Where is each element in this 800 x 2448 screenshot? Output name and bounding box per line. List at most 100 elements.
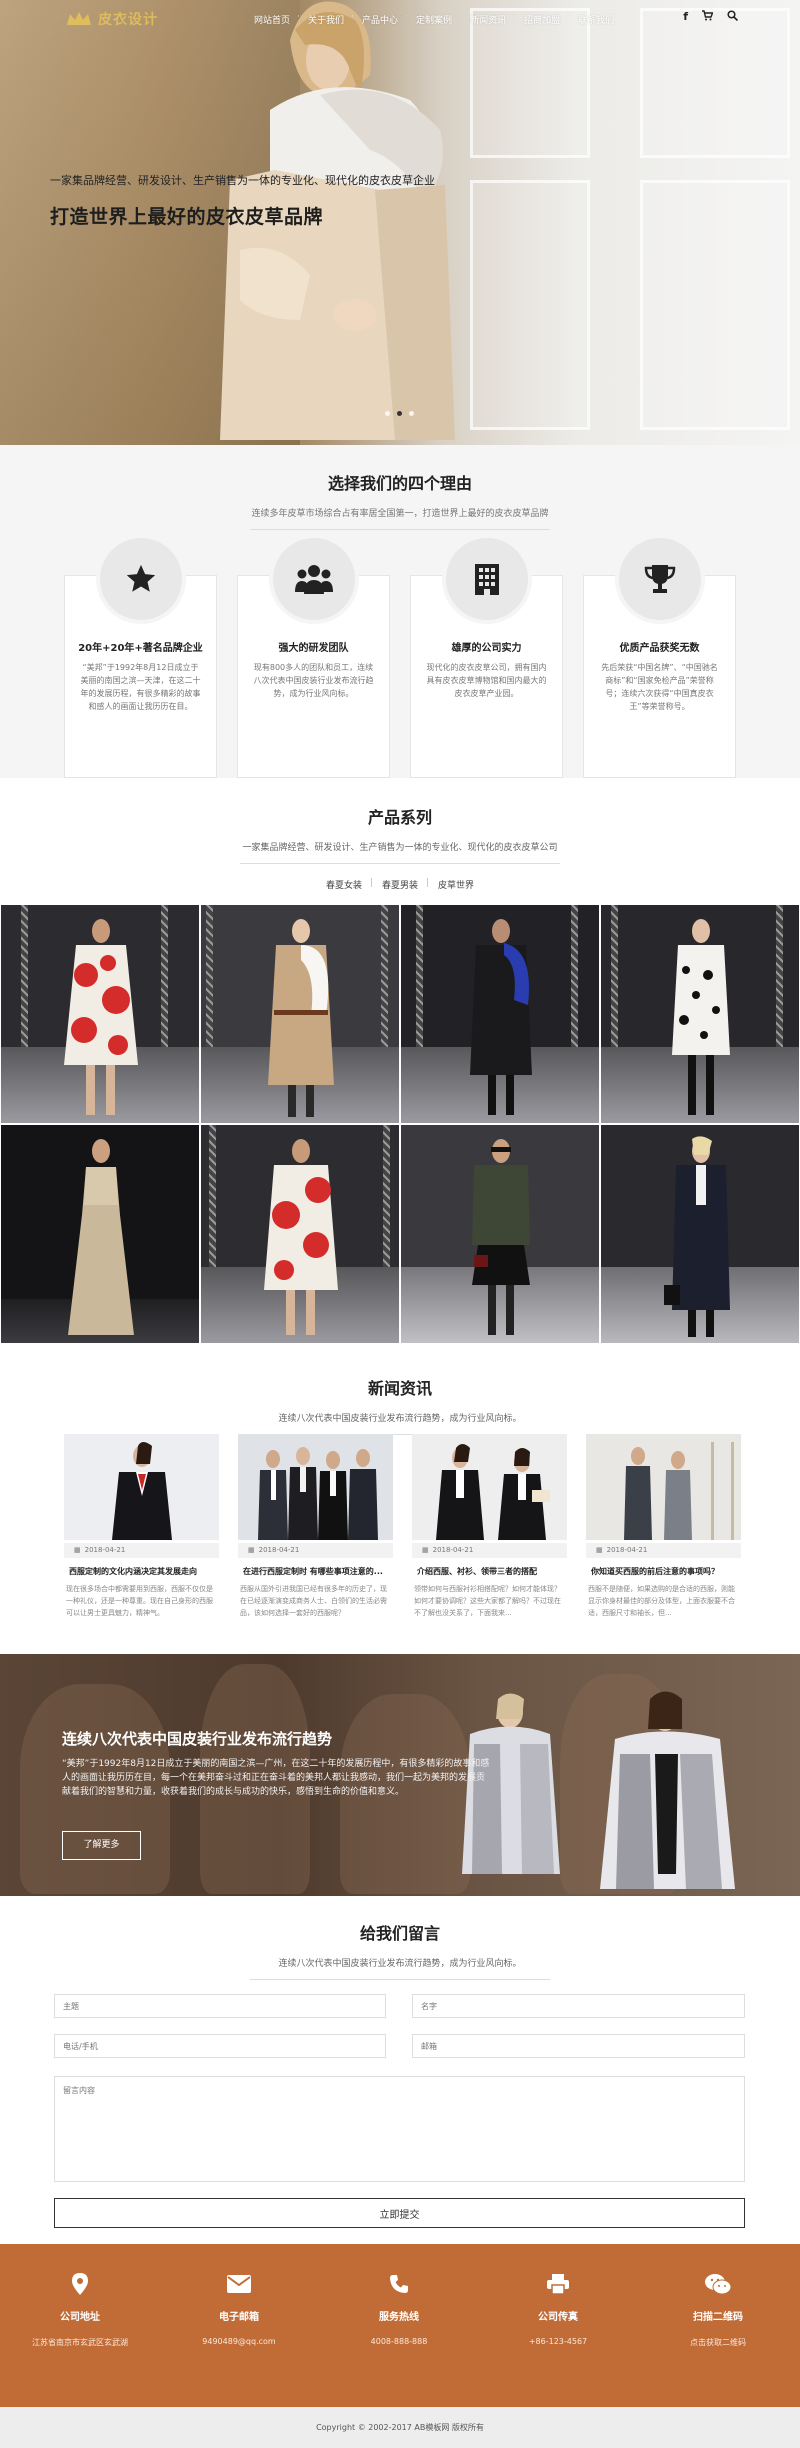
menu-item-home[interactable]: 网站首页 [245, 13, 299, 26]
location-icon [5, 2272, 155, 2296]
menu-item-news[interactable]: 新闻资讯 [459, 12, 515, 26]
news-excerpt: 西服不是随便，如果选购的是合适的西服，则能显示你身材最佳的部分及体型，上面衣服要… [588, 1585, 735, 1617]
learn-more-button[interactable]: 了解更多 [62, 1831, 141, 1860]
reason-card[interactable]: 强大的研发团队 现有800多人的团队和员工，连续八次代表中国皮装行业发布流行趋势… [237, 534, 390, 778]
reason-card-text: 先后荣获“中国名牌”、“中国驰名商标”和“国家免检产品”荣誉称号；连续六次获得“… [601, 663, 718, 711]
footer-fax-title: 公司传真 [538, 2312, 578, 2323]
slider-dot[interactable] [385, 411, 390, 416]
promo-banner: 连续八次代表中国皮装行业发布流行趋势 “美邦”于1992年8月12日成立于美丽的… [0, 1654, 800, 1896]
email-input[interactable] [412, 2034, 745, 2058]
nav-icon-group: f [683, 10, 738, 23]
hero-caption: 一家集品牌经营、研发设计、生产销售为一体的专业化、现代化的皮衣皮草企业 打造世界… [50, 172, 435, 229]
reason-card-title: 优质产品获奖无数 [619, 643, 700, 654]
footer-address: 公司地址 江苏省南京市玄武区玄武湖 [5, 2272, 155, 2348]
news-headline[interactable]: 介绍西服、衬衫、领带三者的搭配 [412, 1566, 567, 1577]
message-title: 给我们留言 [359, 1924, 440, 1943]
footer-hotline: 服务热线 4008-888-888 [324, 2272, 474, 2346]
submit-button[interactable]: 立即提交 [54, 2198, 745, 2228]
product-tile[interactable] [200, 904, 400, 1124]
reason-card[interactable]: 优质产品获奖无数 先后荣获“中国名牌”、“中国驰名商标”和“国家免检产品”荣誉称… [583, 534, 736, 778]
footer-qrcode-value[interactable]: 点击获取二维码 [643, 2337, 793, 2348]
reason-card[interactable]: 20年+20年+著名品牌企业 “美邦”于1992年8月12日成立于美丽的南国之滨… [64, 534, 217, 778]
news-excerpt: 现在很多场合中都需要用到西服，西服不仅仅是一种礼仪，还是一种尊重。现在自己身形的… [66, 1585, 213, 1617]
menu-item-cases[interactable]: 定制案例 [405, 12, 461, 26]
cart-icon[interactable] [702, 10, 713, 21]
facebook-icon[interactable]: f [683, 10, 688, 23]
reasons-title: 选择我们的四个理由 [327, 474, 472, 493]
product-tile[interactable] [200, 1124, 400, 1344]
menu-item-contact[interactable]: 联系我们 [567, 12, 623, 26]
product-tile[interactable] [400, 904, 600, 1124]
news-item[interactable]: ▦ 2018-04-21 西服定制的文化内涵决定其发展走向 现在很多场合中都需要用… [64, 1434, 219, 1619]
menu-item-products[interactable]: 产品中心 [351, 12, 407, 26]
calendar-icon: ▦ [422, 1546, 429, 1554]
news-thumbnail[interactable] [238, 1434, 393, 1540]
banner-text: “美邦”于1992年8月12日成立于美丽的南国之滨—广州，在这二十年的发展历程中… [62, 1759, 490, 1797]
slider-pagination [385, 411, 414, 416]
name-input[interactable] [412, 1994, 745, 2018]
phone-input[interactable] [54, 2034, 386, 2058]
product-tile[interactable] [0, 904, 200, 1124]
news-item[interactable]: ▦ 2018-04-21 介绍西服、衬衫、领带三者的搭配 领带如何与西服衬衫相搭配… [412, 1434, 567, 1619]
crown-logo-icon [67, 12, 91, 25]
subject-input[interactable] [54, 1994, 386, 2018]
reason-card-text: “美邦”于1992年8月12日成立于美丽的南国之滨—天津，在这二十年的发展历程，… [80, 663, 201, 711]
slider-dot-active[interactable] [397, 411, 402, 416]
tab-fur-world[interactable]: 皮草世界 [426, 878, 484, 891]
product-tile[interactable] [600, 1124, 800, 1344]
star-icon [96, 534, 186, 624]
news-headline[interactable]: 西服定制的文化内涵决定其发展走向 [64, 1566, 219, 1577]
footer-hotline-value: 4008-888-888 [370, 2337, 428, 2346]
slider-dot[interactable] [409, 411, 414, 416]
news-headline[interactable]: 你知道买西服的前后注意的事项吗？ [586, 1566, 741, 1577]
menu-item-about[interactable]: 关于我们 [297, 12, 353, 26]
banner-title: 连续八次代表中国皮装行业发布流行趋势 [62, 1730, 333, 1748]
copyright-bar: Copyright © 2002-2017 AB模板网 版权所有 [0, 2407, 800, 2448]
product-tile[interactable] [400, 1124, 600, 1344]
hero-title: 打造世界上最好的皮衣皮草品牌 [50, 206, 324, 228]
news-thumbnail[interactable] [412, 1434, 567, 1540]
building-icon [442, 534, 532, 624]
reason-card-text: 现有800多人的团队和员工，连续八次代表中国皮装行业发布流行趋势，成为行业风向标… [253, 663, 374, 698]
news-item[interactable]: ▦ 2018-04-21 在进行西服定制时 有哪些事项注意的... 西服从国外引进… [238, 1434, 393, 1619]
news-title: 新闻资讯 [367, 1379, 432, 1398]
news-thumbnail[interactable] [64, 1434, 219, 1540]
message-subtitle: 连续八次代表中国皮装行业发布流行趋势，成为行业风向标。 [278, 1959, 522, 1969]
calendar-icon: ▦ [74, 1546, 81, 1554]
search-icon[interactable] [727, 10, 738, 21]
news-item[interactable]: ▦ 2018-04-21 你知道买西服的前后注意的事项吗？ 西服不是随便，如果选购… [586, 1434, 741, 1619]
footer-qrcode-title: 扫描二维码 [693, 2312, 743, 2323]
products-subtitle: 一家集品牌经营、研发设计、生产销售为一体的专业化、现代化的皮衣皮草公司 [242, 843, 558, 853]
tab-women-spring-summer[interactable]: 春夏女装 [316, 878, 372, 891]
menu-item-franchise[interactable]: 招商加盟 [513, 12, 569, 26]
message-content-textarea[interactable] [54, 2076, 745, 2182]
hero-slider: 皮衣设计 网站首页 关于我们 产品中心 定制案例 新闻资讯 招商加盟 联系我们 … [0, 0, 800, 445]
news-date: ▦ 2018-04-21 [586, 1543, 741, 1558]
product-tile[interactable] [600, 904, 800, 1124]
product-tile[interactable] [0, 1124, 200, 1344]
reason-card-title: 20年+20年+著名品牌企业 [78, 643, 203, 654]
footer-fax-value: +86-123-4567 [528, 2337, 588, 2346]
news-thumbnail[interactable] [586, 1434, 741, 1540]
product-tabs: 春夏女装 春夏男装 皮草世界 [0, 878, 800, 891]
footer-address-value: 江苏省南京市玄武区玄武湖 [32, 2338, 128, 2347]
printer-icon [483, 2272, 633, 2296]
hero-subtitle: 一家集品牌经营、研发设计、生产销售为一体的专业化、现代化的皮衣皮草企业 [50, 174, 435, 187]
top-navigation: 皮衣设计 网站首页 关于我们 产品中心 定制案例 新闻资讯 招商加盟 联系我们 … [0, 0, 800, 38]
news-excerpt: 西服从国外引进我国已经有很多年的历史了，现在已经逐渐演变成商务人士、白领们的生活… [240, 1585, 387, 1617]
news-date-text: 2018-04-21 [258, 1546, 300, 1554]
reason-card[interactable]: 雄厚的公司实力 现代化的皮衣皮草公司，拥有国内具有皮衣皮草博物馆和国内最大的皮衣… [410, 534, 563, 778]
products-title: 产品系列 [367, 808, 432, 827]
footer-email-value[interactable]: 9490489@qq.com [164, 2337, 314, 2346]
news-date: ▦ 2018-04-21 [238, 1543, 393, 1558]
news-list: ▦ 2018-04-21 西服定制的文化内涵决定其发展走向 现在很多场合中都需要用… [64, 1434, 741, 1619]
news-date-text: 2018-04-21 [84, 1546, 126, 1554]
site-logo[interactable]: 皮衣设计 [66, 9, 158, 29]
news-date-text: 2018-04-21 [606, 1546, 648, 1554]
wechat-icon[interactable] [643, 2272, 793, 2296]
footer-email-title: 电子邮箱 [219, 2312, 259, 2323]
banner-models-image [462, 1691, 735, 1889]
reasons-section: 选择我们的四个理由 连续多年皮草市场综合占有率居全国第一，打造世界上最好的皮衣皮… [0, 445, 800, 778]
tab-men-spring-summer[interactable]: 春夏男装 [370, 878, 428, 891]
news-headline[interactable]: 在进行西服定制时 有哪些事项注意的... [238, 1566, 393, 1577]
